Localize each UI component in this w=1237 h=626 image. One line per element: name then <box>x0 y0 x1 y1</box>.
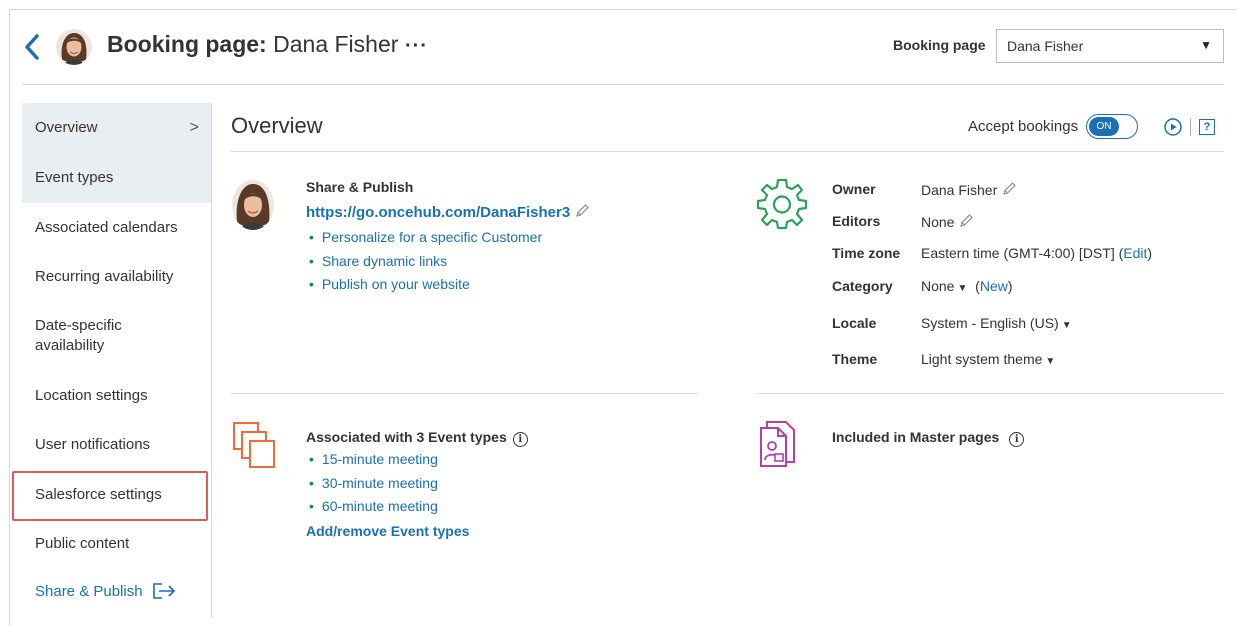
chevron-right-icon: > <box>189 119 199 136</box>
master-pages-icon <box>760 421 795 467</box>
event-type-link[interactable]: 60-minute meeting <box>306 495 438 519</box>
section-divider <box>231 393 698 394</box>
gear-icon <box>756 178 808 230</box>
share-links-list: Personalize for a specific Customer Shar… <box>306 226 542 297</box>
sidebar-item-label: Salesforce settings <box>35 486 162 503</box>
share-publish-title: Share & Publish <box>306 179 414 195</box>
event-types-icon <box>233 422 275 468</box>
info-icon[interactable]: i <box>512 432 528 447</box>
category-select[interactable]: None <box>921 278 954 294</box>
theme-label: Theme <box>832 351 878 367</box>
event-types-list: 15-minute meeting 30-minute meeting 60-m… <box>306 448 438 519</box>
share-dynamic-links-link[interactable]: Share dynamic links <box>306 250 542 274</box>
event-type-link[interactable]: 30-minute meeting <box>306 472 438 496</box>
sidebar-item-public-content[interactable]: Public content <box>22 534 211 554</box>
accept-bookings-toggle[interactable]: ON <box>1086 114 1138 139</box>
booking-page-url-text: https://go.oncehub.com/DanaFisher3 <box>306 204 571 221</box>
accept-bookings-label: Accept bookings <box>968 118 1079 135</box>
more-options-button[interactable]: ··· <box>405 35 428 58</box>
sidebar-item-label: Public content <box>35 535 130 552</box>
back-arrow-icon[interactable] <box>24 34 40 60</box>
master-pages-title: Included in Master pages i <box>832 429 1025 447</box>
booking-page-selector-label: Booking page <box>893 37 986 53</box>
help-icon[interactable]: ? <box>1199 119 1215 135</box>
pencil-icon[interactable] <box>958 213 974 229</box>
sidebar-item-event-types[interactable]: Event types <box>22 153 211 203</box>
theme-text: Light system theme <box>921 351 1043 367</box>
category-label: Category <box>832 278 893 294</box>
personalize-link[interactable]: Personalize for a specific Customer <box>306 226 542 250</box>
editors-value: None <box>921 213 974 230</box>
sidebar-item-label: Share & Publish <box>35 583 143 600</box>
theme-value[interactable]: Light system theme ▼ <box>921 351 1055 367</box>
locale-text: System - English (US) <box>921 315 1059 331</box>
page-title: Booking page: Dana Fisher <box>107 31 398 58</box>
master-pages-title-text: Included in Master pages <box>832 429 1000 445</box>
timezone-paren: ) <box>1147 245 1153 261</box>
avatar <box>56 29 92 65</box>
sidebar-item-date-specific-availability[interactable]: Date-specific availability <box>22 316 152 356</box>
share-out-icon <box>152 583 175 599</box>
owner-name: Dana Fisher <box>921 182 998 198</box>
play-icon[interactable] <box>1164 118 1182 136</box>
sidebar: Overview > Event types Associated calend… <box>22 103 212 618</box>
sidebar-item-salesforce-settings[interactable]: Salesforce settings <box>22 485 211 505</box>
pencil-icon[interactable] <box>1001 181 1017 197</box>
title-name: Dana Fisher <box>273 31 399 57</box>
booking-page-url[interactable]: https://go.oncehub.com/DanaFisher3 <box>306 203 590 221</box>
sidebar-item-user-notifications[interactable]: User notifications <box>22 435 211 455</box>
sidebar-item-label: Associated calendars <box>35 219 178 236</box>
category-new-link[interactable]: New <box>980 278 1008 294</box>
timezone-edit-link[interactable]: Edit <box>1123 245 1147 261</box>
owner-value: Dana Fisher <box>921 181 1017 198</box>
section-title: Overview <box>231 113 323 138</box>
category-paren-close: ) <box>1007 278 1013 294</box>
pencil-icon[interactable] <box>574 203 590 219</box>
editors-label: Editors <box>832 213 881 229</box>
dropdown-arrow-icon[interactable]: ▼ <box>957 283 967 294</box>
sidebar-item-label: User notifications <box>35 436 151 453</box>
editors-text: None <box>921 214 955 230</box>
event-types-title-text: Associated with 3 Event types <box>306 429 507 445</box>
owner-label: Owner <box>832 181 876 197</box>
info-icon[interactable]: i <box>1009 432 1025 447</box>
dropdown-arrow-icon: ▼ <box>1061 320 1072 331</box>
dropdown-arrow-icon: ▼ <box>1200 38 1212 52</box>
sidebar-item-label: Overview <box>35 119 98 136</box>
locale-value[interactable]: System - English (US) ▼ <box>921 315 1072 331</box>
sidebar-item-label: Date-specific availability <box>35 317 122 354</box>
event-type-link[interactable]: 15-minute meeting <box>306 448 438 472</box>
header-divider <box>22 84 1224 85</box>
sidebar-item-label: Event types <box>35 169 114 186</box>
title-prefix: Booking page: <box>107 31 267 57</box>
booking-page-selector-value: Dana Fisher <box>1007 38 1084 54</box>
publish-website-link[interactable]: Publish on your website <box>306 273 542 297</box>
timezone-label: Time zone <box>832 245 901 261</box>
category-value: None ▼ (New) <box>921 278 1013 294</box>
timezone-value: Eastern time (GMT-4:00) [DST] (Edit) <box>921 245 1152 261</box>
section-divider <box>757 393 1224 394</box>
sidebar-item-label: Recurring availability <box>35 268 174 285</box>
booking-page-selector[interactable]: Dana Fisher ▼ <box>996 29 1224 63</box>
sidebar-item-location-settings[interactable]: Location settings <box>22 386 211 406</box>
locale-label: Locale <box>832 315 877 331</box>
add-remove-event-types-link[interactable]: Add/remove Event types <box>306 523 469 539</box>
sidebar-item-overview[interactable]: Overview > <box>22 103 211 153</box>
avatar <box>232 180 274 230</box>
sidebar-item-share-publish[interactable]: Share & Publish <box>22 582 211 602</box>
dropdown-arrow-icon: ▼ <box>1045 356 1056 367</box>
main-divider <box>231 151 1224 152</box>
event-types-title: Associated with 3 Event types i <box>306 429 528 447</box>
timezone-text: Eastern time (GMT-4:00) [DST] ( <box>921 245 1124 261</box>
sidebar-item-label: Location settings <box>35 387 148 404</box>
sidebar-item-recurring-availability[interactable]: Recurring availability <box>22 267 211 287</box>
sidebar-item-associated-calendars[interactable]: Associated calendars <box>22 218 211 238</box>
divider <box>1190 119 1191 136</box>
toggle-knob: ON <box>1089 117 1119 136</box>
